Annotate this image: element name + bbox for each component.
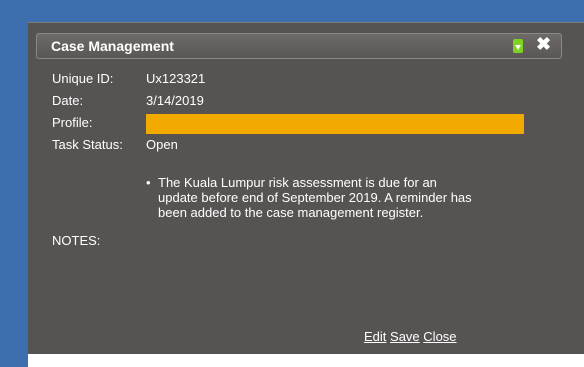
save-link[interactable]: Save: [390, 329, 420, 344]
window-frame-left: [0, 0, 28, 367]
date-label: Date:: [52, 93, 84, 108]
panel-titlebar: Case Management ✖: [36, 33, 562, 59]
edit-link[interactable]: Edit: [364, 329, 386, 344]
profile-label: Profile:: [52, 115, 93, 130]
task-status-label: Task Status:: [52, 137, 123, 152]
case-management-panel: Case Management ✖ Unique ID: Ux123321 Da…: [28, 22, 584, 354]
bullet-icon: •: [146, 175, 151, 190]
download-icon[interactable]: [513, 39, 523, 53]
notes-label: NOTES:: [52, 233, 101, 248]
unique-id-label: Unique ID:: [52, 71, 114, 86]
panel-title: Case Management: [51, 38, 174, 54]
notes-list-item: • The Kuala Lumpur risk assessment is du…: [146, 175, 476, 220]
notes-item-text: The Kuala Lumpur risk assessment is due …: [158, 175, 472, 220]
close-icon[interactable]: ✖: [536, 34, 551, 55]
profile-highlight-bar: [146, 114, 524, 134]
close-link[interactable]: Close: [423, 329, 456, 344]
unique-id-value: Ux123321: [146, 71, 206, 86]
window-frame-top: [0, 0, 584, 22]
action-links: Edit Save Close: [364, 329, 457, 344]
date-value: 3/14/2019: [146, 93, 204, 108]
task-status-value: Open: [146, 137, 178, 152]
